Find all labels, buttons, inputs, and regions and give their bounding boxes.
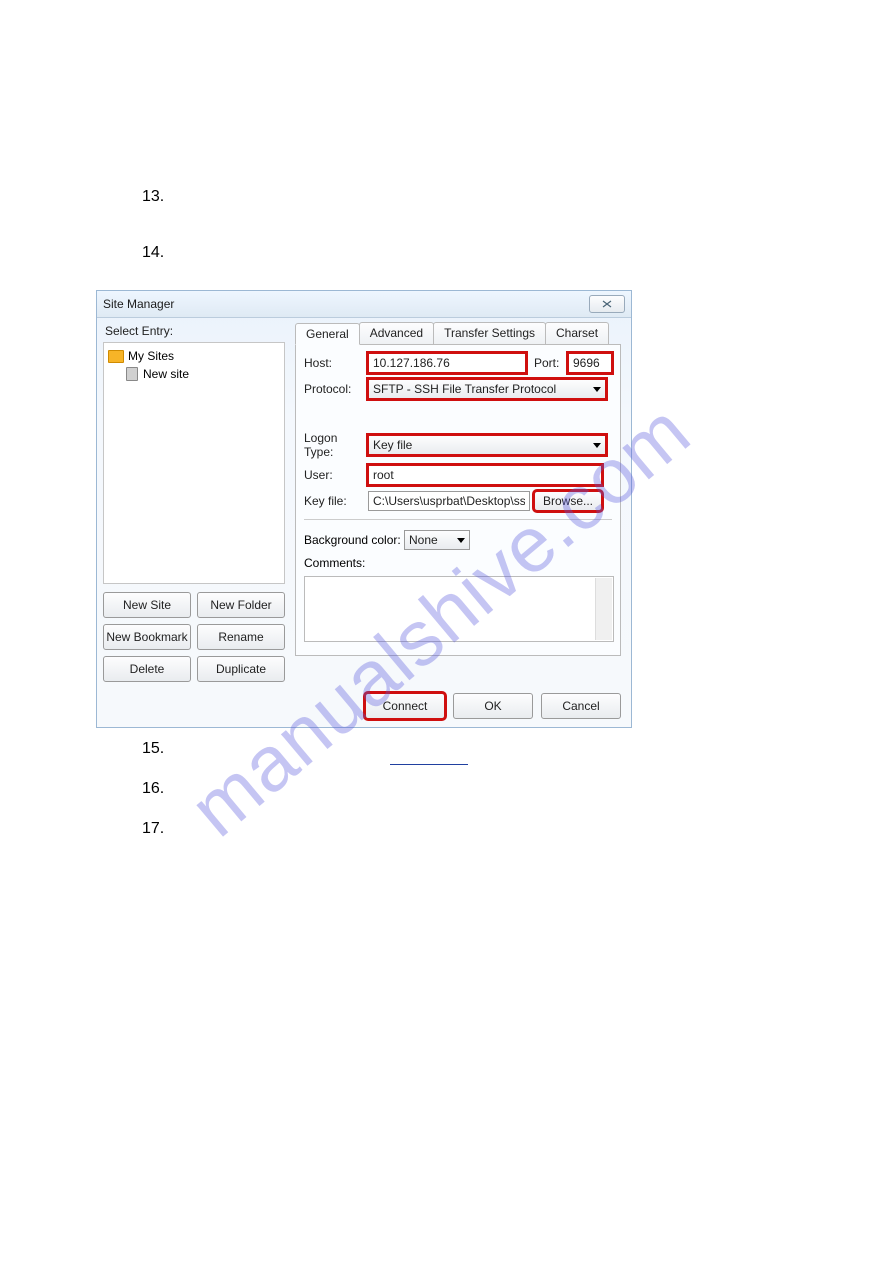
logon-type-label: Logon Type: <box>304 431 368 459</box>
separator <box>304 519 612 520</box>
tab-charset[interactable]: Charset <box>545 322 609 344</box>
protocol-label: Protocol: <box>304 382 368 396</box>
general-panel: Host: Port: Protocol: SFTP - SSH File Tr… <box>295 345 621 656</box>
right-column: General Advanced Transfer Settings Chars… <box>291 318 631 688</box>
user-label: User: <box>304 468 368 482</box>
tree-root-label: My Sites <box>128 349 174 363</box>
dialog-title: Site Manager <box>103 297 174 311</box>
dialog-footer: Connect OK Cancel <box>365 693 621 719</box>
duplicate-button[interactable]: Duplicate <box>197 656 285 682</box>
logon-type-select[interactable]: Key file <box>368 435 606 455</box>
new-bookmark-button[interactable]: New Bookmark <box>103 624 191 650</box>
tree-root-row[interactable]: My Sites <box>108 347 280 365</box>
bg-color-value: None <box>409 533 438 547</box>
tab-general[interactable]: General <box>295 323 360 345</box>
title-bar: Site Manager <box>97 291 631 318</box>
folder-icon <box>108 350 124 363</box>
link-underline <box>390 764 468 765</box>
tree-child-row[interactable]: New site <box>108 365 280 383</box>
connect-button[interactable]: Connect <box>365 693 445 719</box>
host-input[interactable] <box>368 353 526 373</box>
comments-textarea[interactable] <box>304 576 614 642</box>
site-icon <box>126 367 138 381</box>
site-tree[interactable]: My Sites New site <box>103 342 285 584</box>
key-file-label: Key file: <box>304 494 368 508</box>
tab-bar: General Advanced Transfer Settings Chars… <box>295 322 621 345</box>
protocol-select[interactable]: SFTP - SSH File Transfer Protocol <box>368 379 606 399</box>
scrollbar[interactable] <box>595 578 612 640</box>
chevron-down-icon <box>593 387 601 392</box>
bg-color-select[interactable]: None <box>404 530 470 550</box>
new-folder-button[interactable]: New Folder <box>197 592 285 618</box>
browse-button[interactable]: Browse... <box>534 491 602 511</box>
tree-child-label: New site <box>143 367 189 381</box>
bg-color-label: Background color: <box>304 533 404 547</box>
logon-type-value: Key file <box>373 438 412 452</box>
host-label: Host: <box>304 356 368 370</box>
step-15: 15. <box>142 740 164 758</box>
left-column: Select Entry: My Sites New site New Site… <box>97 318 291 688</box>
cancel-button[interactable]: Cancel <box>541 693 621 719</box>
rename-button[interactable]: Rename <box>197 624 285 650</box>
protocol-value: SFTP - SSH File Transfer Protocol <box>373 382 556 396</box>
site-manager-dialog: Site Manager Select Entry: My Sites New … <box>96 290 632 728</box>
ok-button[interactable]: OK <box>453 693 533 719</box>
step-16: 16. <box>142 780 164 798</box>
tab-transfer-settings[interactable]: Transfer Settings <box>433 322 546 344</box>
chevron-down-icon <box>457 538 465 543</box>
close-button[interactable] <box>589 295 625 313</box>
close-icon <box>602 300 612 308</box>
new-site-button[interactable]: New Site <box>103 592 191 618</box>
tab-advanced[interactable]: Advanced <box>359 322 434 344</box>
key-file-input[interactable] <box>368 491 530 511</box>
step-17: 17. <box>142 820 164 838</box>
step-13: 13. <box>142 188 164 206</box>
delete-button[interactable]: Delete <box>103 656 191 682</box>
port-input[interactable] <box>568 353 612 373</box>
user-input[interactable] <box>368 465 602 485</box>
select-entry-label: Select Entry: <box>103 322 285 342</box>
step-14: 14. <box>142 244 164 262</box>
port-label: Port: <box>534 356 568 370</box>
comments-label: Comments: <box>304 556 365 570</box>
chevron-down-icon <box>593 443 601 448</box>
